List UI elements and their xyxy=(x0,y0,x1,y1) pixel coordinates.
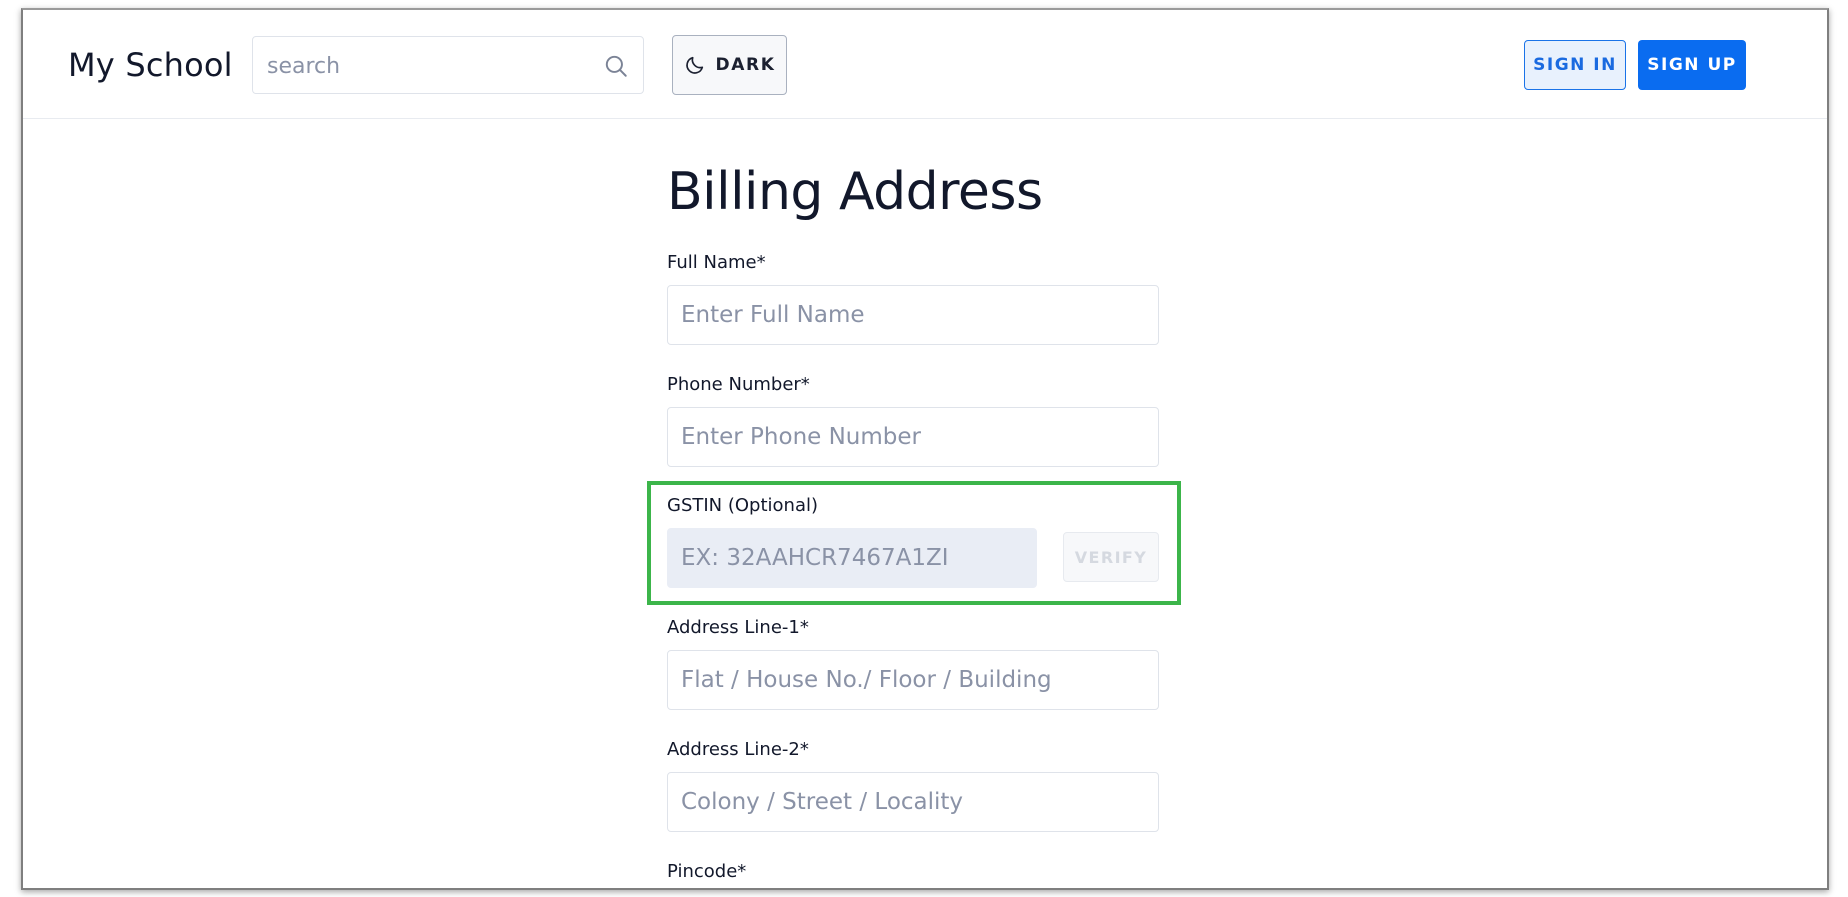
top-navbar: My School DARK SIGN IN SIGN UP xyxy=(23,10,1827,119)
search-icon[interactable] xyxy=(603,53,629,79)
full-name-input[interactable] xyxy=(667,285,1159,345)
phone-number-label: Phone Number* xyxy=(667,374,810,395)
full-name-label: Full Name* xyxy=(667,252,766,273)
moon-icon xyxy=(685,56,703,74)
search-input[interactable] xyxy=(265,47,589,85)
pincode-label: Pincode* xyxy=(667,861,747,882)
gstin-input[interactable] xyxy=(667,528,1037,588)
phone-number-input[interactable] xyxy=(667,407,1159,467)
sign-up-button[interactable]: SIGN UP xyxy=(1638,40,1746,90)
search-box xyxy=(252,36,644,94)
dark-mode-label: DARK xyxy=(715,55,776,75)
browser-frame: My School DARK SIGN IN SIGN UP Billing A… xyxy=(21,8,1829,890)
verify-button[interactable]: VERIFY xyxy=(1063,532,1159,582)
address-line-1-input[interactable] xyxy=(667,650,1159,710)
dark-mode-toggle[interactable]: DARK xyxy=(672,35,787,95)
address-line-1-label: Address Line-1* xyxy=(667,617,809,638)
sign-in-button[interactable]: SIGN IN xyxy=(1524,40,1626,90)
page-title: Billing Address xyxy=(667,162,1043,222)
gstin-label: GSTIN (Optional) xyxy=(667,495,819,516)
brand-name[interactable]: My School xyxy=(68,46,233,84)
address-line-2-label: Address Line-2* xyxy=(667,739,809,760)
address-line-2-input[interactable] xyxy=(667,772,1159,832)
